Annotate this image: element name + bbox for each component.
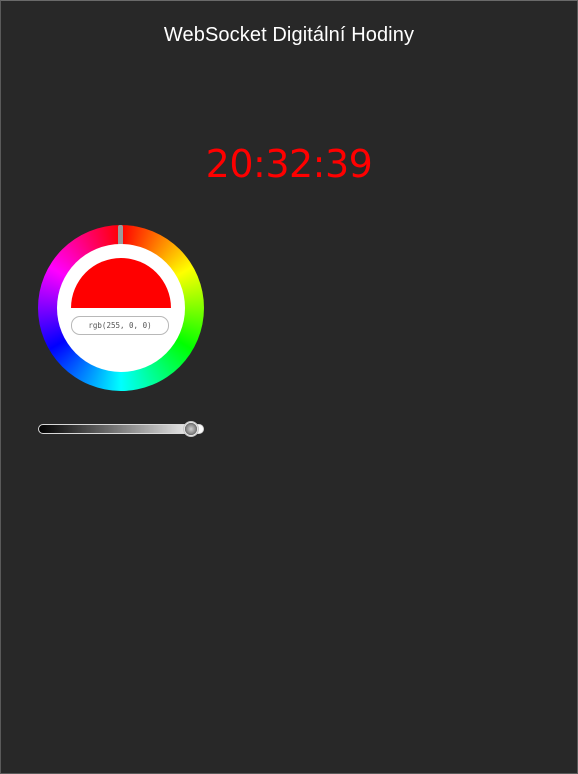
color-wheel[interactable]: rgb(255, 0, 0) — [38, 225, 204, 391]
color-value-readout: rgb(255, 0, 0) — [71, 316, 169, 335]
page-title: WebSocket Digitální Hodiny — [163, 24, 415, 46]
brightness-slider-thumb[interactable] — [182, 421, 199, 437]
brightness-slider-track[interactable] — [38, 424, 204, 434]
brightness-slider[interactable] — [38, 421, 204, 437]
window-frame — [0, 0, 578, 774]
color-wheel-center: rgb(255, 0, 0) — [57, 244, 185, 372]
selected-color-swatch — [71, 258, 171, 308]
digital-clock-display: 20:32:39 — [205, 142, 373, 186]
